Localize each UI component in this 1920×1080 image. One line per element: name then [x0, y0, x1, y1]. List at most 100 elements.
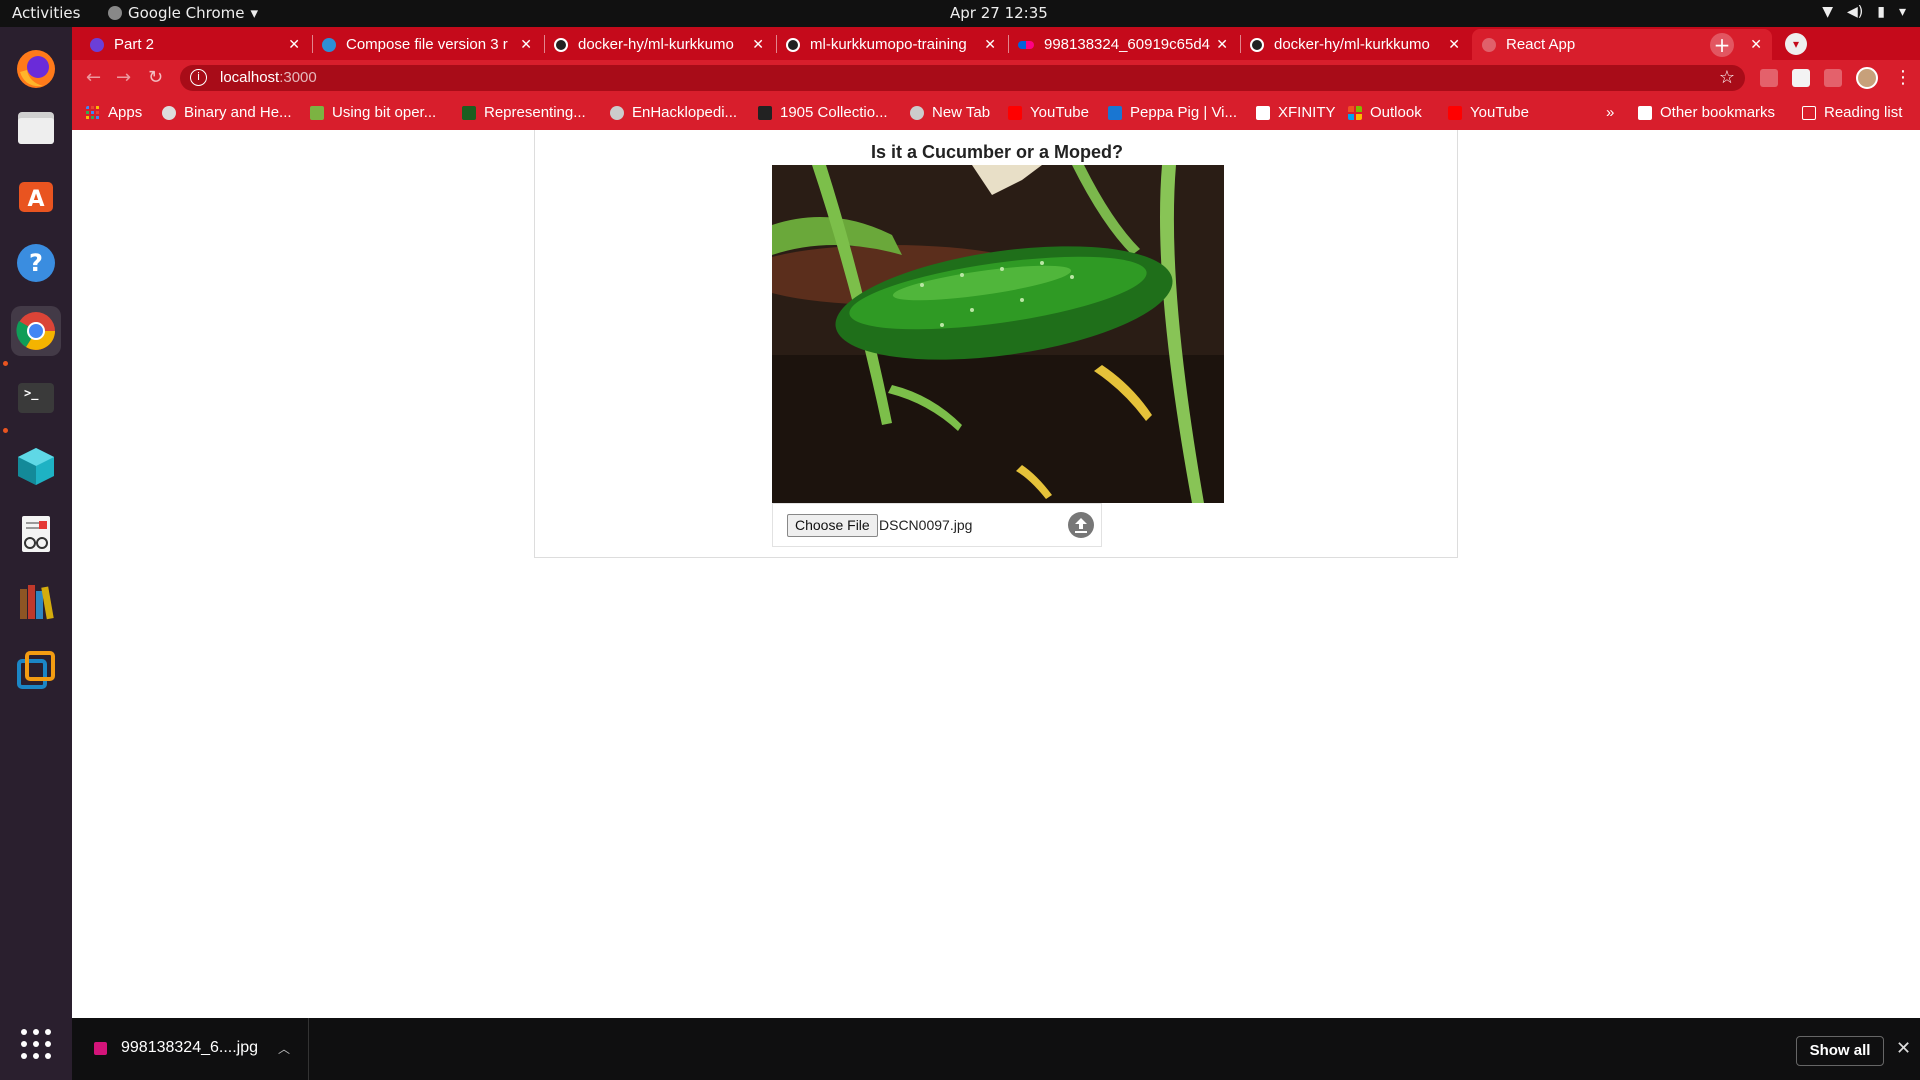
- files-icon[interactable]: [11, 102, 61, 152]
- bookmark-item[interactable]: 1905 Collectio...: [758, 104, 888, 121]
- react-icon: [1482, 37, 1496, 52]
- firefox-icon[interactable]: [11, 44, 61, 94]
- calibre-icon[interactable]: [11, 577, 61, 627]
- app-grid-icon[interactable]: [11, 1019, 61, 1069]
- tab-strip: Part 2 ✕ Compose file version 3 r ✕ dock…: [72, 27, 1920, 60]
- bookmark-item[interactable]: Peppa Pig | Vi...: [1108, 104, 1237, 121]
- tab-title: ml-kurkkumopo-training: [810, 36, 967, 53]
- terminal-icon[interactable]: >_: [11, 373, 61, 423]
- url-text[interactable]: localhost:3000: [220, 69, 317, 86]
- extension-cube-icon[interactable]: [1792, 69, 1810, 87]
- bookmark-item[interactable]: Representing...: [462, 104, 586, 121]
- reading-list-button[interactable]: Reading list: [1802, 104, 1902, 121]
- site-info-icon[interactable]: i: [190, 69, 207, 86]
- tab-title: Compose file version 3 r: [346, 36, 508, 53]
- tab-title: 998138324_60919c65d4.j: [1044, 36, 1211, 53]
- virtualbox-icon[interactable]: [11, 645, 61, 695]
- show-all-button[interactable]: Show all: [1796, 1036, 1884, 1066]
- tab-favicon-icon: [322, 37, 336, 52]
- tab-search-button[interactable]: ▾: [1785, 33, 1807, 55]
- system-tray[interactable]: ▼ ◀) ▮ ▾: [1822, 4, 1906, 20]
- tab[interactable]: docker-hy/ml-kurkkumo ✕: [544, 29, 774, 60]
- new-tab-button[interactable]: +: [1710, 33, 1734, 57]
- activities-button[interactable]: Activities: [12, 4, 80, 22]
- app-menu[interactable]: Google Chrome ▾: [108, 4, 258, 22]
- tab-favicon-icon: [90, 37, 104, 52]
- bookmarks-bar: Apps Binary and He... Using bit oper... …: [72, 96, 1920, 130]
- bookmark-label: Binary and He...: [184, 104, 292, 121]
- document-viewer-icon[interactable]: [11, 509, 61, 559]
- box-3d-icon[interactable]: [11, 441, 61, 491]
- close-icon[interactable]: ✕: [1750, 36, 1762, 53]
- extensions-puzzle-icon[interactable]: [1824, 69, 1842, 87]
- clock[interactable]: Apr 27 12:35: [950, 4, 1048, 22]
- bookmark-item[interactable]: YouTube: [1008, 104, 1089, 121]
- download-file-name: 998138324_6....jpg: [121, 1039, 259, 1056]
- bookmark-favicon-icon: [310, 105, 324, 120]
- bookmark-star-icon[interactable]: ☆: [1719, 67, 1735, 88]
- close-icon[interactable]: ✕: [1896, 1038, 1911, 1059]
- svg-text:A: A: [27, 187, 44, 212]
- svg-text:?: ?: [29, 249, 43, 277]
- svg-text:>_: >_: [24, 386, 39, 401]
- bookmark-label: Apps: [108, 104, 143, 121]
- bookmark-item[interactable]: New Tab: [910, 104, 990, 121]
- tab[interactable]: docker-hy/ml-kurkkumo ✕: [1240, 29, 1470, 60]
- close-icon[interactable]: ✕: [1216, 36, 1228, 53]
- more-menu-icon[interactable]: ⋮: [1894, 67, 1912, 88]
- bookmark-label: New Tab: [932, 104, 991, 121]
- software-center-icon[interactable]: A: [11, 170, 61, 220]
- tab[interactable]: ml-kurkkumopo-training ✕: [776, 29, 1006, 60]
- extension-icon[interactable]: [1760, 69, 1778, 87]
- url-host: localhost: [220, 69, 280, 86]
- chevron-down-icon: ▾: [250, 4, 259, 22]
- other-bookmarks-folder[interactable]: Other bookmarks: [1638, 104, 1775, 121]
- bookmark-label: Using bit oper...: [332, 104, 437, 121]
- bookmark-item[interactable]: YouTube: [1448, 104, 1529, 121]
- folder-icon: [1638, 105, 1652, 120]
- back-arrow-icon[interactable]: ←: [86, 67, 101, 88]
- help-icon[interactable]: ?: [11, 238, 61, 288]
- forward-arrow-icon[interactable]: →: [116, 67, 131, 88]
- github-icon: [1250, 37, 1264, 52]
- tab-title: Part 2: [114, 36, 155, 53]
- uploaded-image-preview: [772, 165, 1224, 503]
- url-port: :3000: [279, 69, 317, 86]
- tab-title: docker-hy/ml-kurkkumo: [1274, 36, 1430, 53]
- reload-icon[interactable]: ↻: [148, 67, 163, 88]
- tab[interactable]: Compose file version 3 r ✕: [312, 29, 542, 60]
- apps-grid-icon: [86, 105, 99, 119]
- bookmark-folder[interactable]: XFINITY: [1256, 104, 1336, 121]
- chrome-small-icon: [108, 6, 122, 20]
- page-title: Is it a Cucumber or a Moped?: [870, 142, 1124, 162]
- bookmark-favicon-icon: [1108, 105, 1122, 120]
- close-icon[interactable]: ✕: [288, 36, 300, 53]
- address-bar[interactable]: i localhost:3000 ☆: [180, 65, 1745, 91]
- file-upload-form: Choose File DSCN0097.jpg: [772, 503, 1102, 547]
- bookmark-label: XFINITY: [1278, 104, 1336, 121]
- bookmark-apps[interactable]: Apps: [86, 104, 142, 121]
- choose-file-button[interactable]: Choose File: [787, 514, 878, 537]
- close-icon[interactable]: ✕: [1448, 36, 1460, 53]
- running-indicator: [3, 428, 8, 433]
- profile-avatar[interactable]: [1856, 67, 1878, 89]
- outlook-icon: [1348, 105, 1362, 120]
- download-item[interactable]: 998138324_6....jpg ︿: [94, 1039, 290, 1057]
- bookmarks-overflow-button[interactable]: »: [1606, 104, 1614, 121]
- bookmark-item[interactable]: Binary and He...: [162, 104, 292, 121]
- bookmark-label: Other bookmarks: [1660, 104, 1776, 121]
- close-icon[interactable]: ✕: [752, 36, 764, 53]
- chevron-up-icon[interactable]: ︿: [278, 1040, 290, 1057]
- chrome-icon[interactable]: [11, 306, 61, 356]
- bookmark-item[interactable]: EnHacklopedi...: [610, 104, 737, 121]
- app-menu-label: Google Chrome: [128, 4, 245, 22]
- tab[interactable]: Part 2 ✕: [80, 29, 310, 60]
- tab[interactable]: 998138324_60919c65d4.j ✕: [1008, 29, 1238, 60]
- bookmark-item[interactable]: Outlook: [1348, 104, 1422, 121]
- close-icon[interactable]: ✕: [520, 36, 532, 53]
- globe-icon: [610, 105, 624, 120]
- bookmark-item[interactable]: Using bit oper...: [310, 104, 436, 121]
- upload-icon[interactable]: [1068, 512, 1094, 538]
- wifi-icon: ▼: [1822, 4, 1834, 20]
- close-icon[interactable]: ✕: [984, 36, 996, 53]
